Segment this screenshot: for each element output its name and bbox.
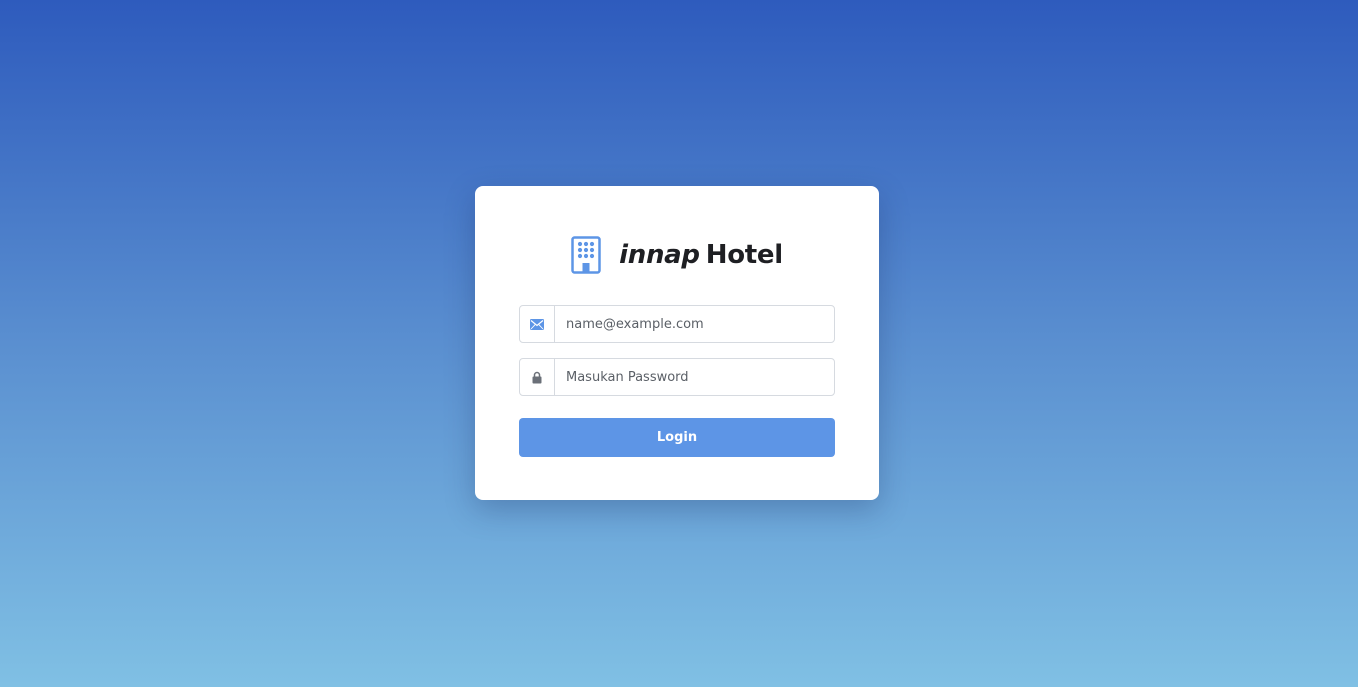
login-button[interactable]: Login (519, 418, 835, 457)
brand-name-bold: Hotel (705, 240, 783, 270)
lock-icon (532, 371, 542, 383)
password-input-group (519, 358, 835, 396)
brand-name: innap Hotel (619, 242, 783, 268)
password-input[interactable] (555, 359, 834, 395)
password-addon (520, 359, 555, 395)
email-addon (520, 306, 555, 342)
login-page: { "brand": { "name_italic": "innap", "na… (0, 0, 1358, 687)
brand-name-italic: innap (619, 240, 700, 270)
login-card: innapHotel Login (475, 186, 879, 500)
email-input-group (519, 305, 835, 343)
email-input[interactable] (555, 306, 834, 342)
brand-logo: innap Hotel (475, 236, 879, 274)
hotel-building-icon (571, 236, 601, 274)
envelope-icon (530, 318, 544, 330)
